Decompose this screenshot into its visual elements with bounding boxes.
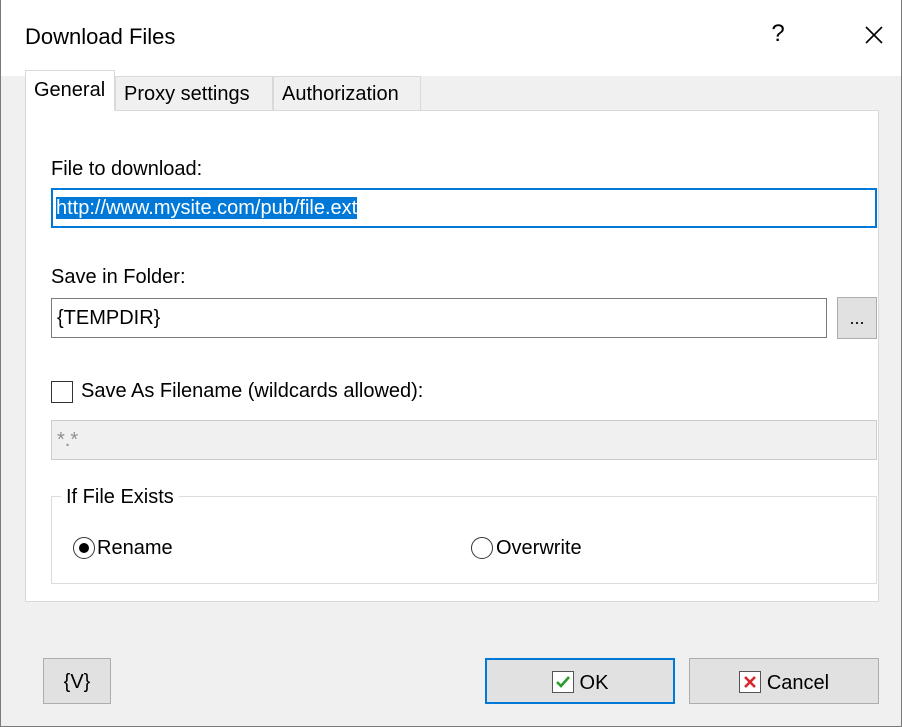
save-as-filename-checkbox[interactable]	[51, 381, 73, 403]
ok-button[interactable]: OK	[485, 658, 675, 704]
save-as-filename-input[interactable]: *.*	[51, 420, 877, 460]
download-files-dialog: Download Files ? General Proxy settings …	[0, 0, 902, 727]
help-button[interactable]: ?	[763, 20, 793, 54]
rename-radio[interactable]	[73, 537, 95, 559]
file-to-download-value: http://www.mysite.com/pub/file.ext	[56, 197, 358, 219]
cancel-button[interactable]: Cancel	[689, 658, 879, 704]
variables-button[interactable]: {V}	[43, 658, 111, 704]
if-file-exists-group	[51, 496, 877, 584]
radio-selected-dot	[79, 543, 89, 553]
title-bar: Download Files ?	[1, 0, 901, 76]
overwrite-label[interactable]: Overwrite	[496, 537, 582, 560]
tab-general[interactable]: General	[25, 70, 115, 111]
if-file-exists-legend: If File Exists	[61, 486, 179, 509]
ok-label: OK	[579, 672, 609, 694]
browse-folder-button[interactable]: ...	[837, 297, 877, 339]
file-to-download-label: File to download:	[51, 158, 203, 180]
tab-authorization[interactable]: Authorization	[273, 76, 421, 110]
window-title: Download Files	[25, 24, 176, 49]
cancel-label: Cancel	[766, 672, 830, 694]
rename-label[interactable]: Rename	[97, 537, 173, 560]
cancel-x-icon	[738, 671, 761, 693]
overwrite-radio[interactable]	[471, 537, 493, 559]
save-as-filename-value: *.*	[57, 429, 79, 451]
close-button[interactable]	[857, 18, 891, 54]
file-to-download-input[interactable]: http://www.mysite.com/pub/file.ext	[51, 188, 877, 228]
save-in-folder-value: {TEMPDIR}	[57, 307, 161, 329]
checkmark-icon	[551, 671, 574, 693]
save-as-filename-label[interactable]: Save As Filename (wildcards allowed):	[81, 380, 423, 403]
close-icon	[865, 26, 883, 44]
save-in-folder-label: Save in Folder:	[51, 266, 186, 288]
save-in-folder-input[interactable]: {TEMPDIR}	[51, 298, 827, 338]
tab-proxy-settings[interactable]: Proxy settings	[115, 76, 273, 110]
